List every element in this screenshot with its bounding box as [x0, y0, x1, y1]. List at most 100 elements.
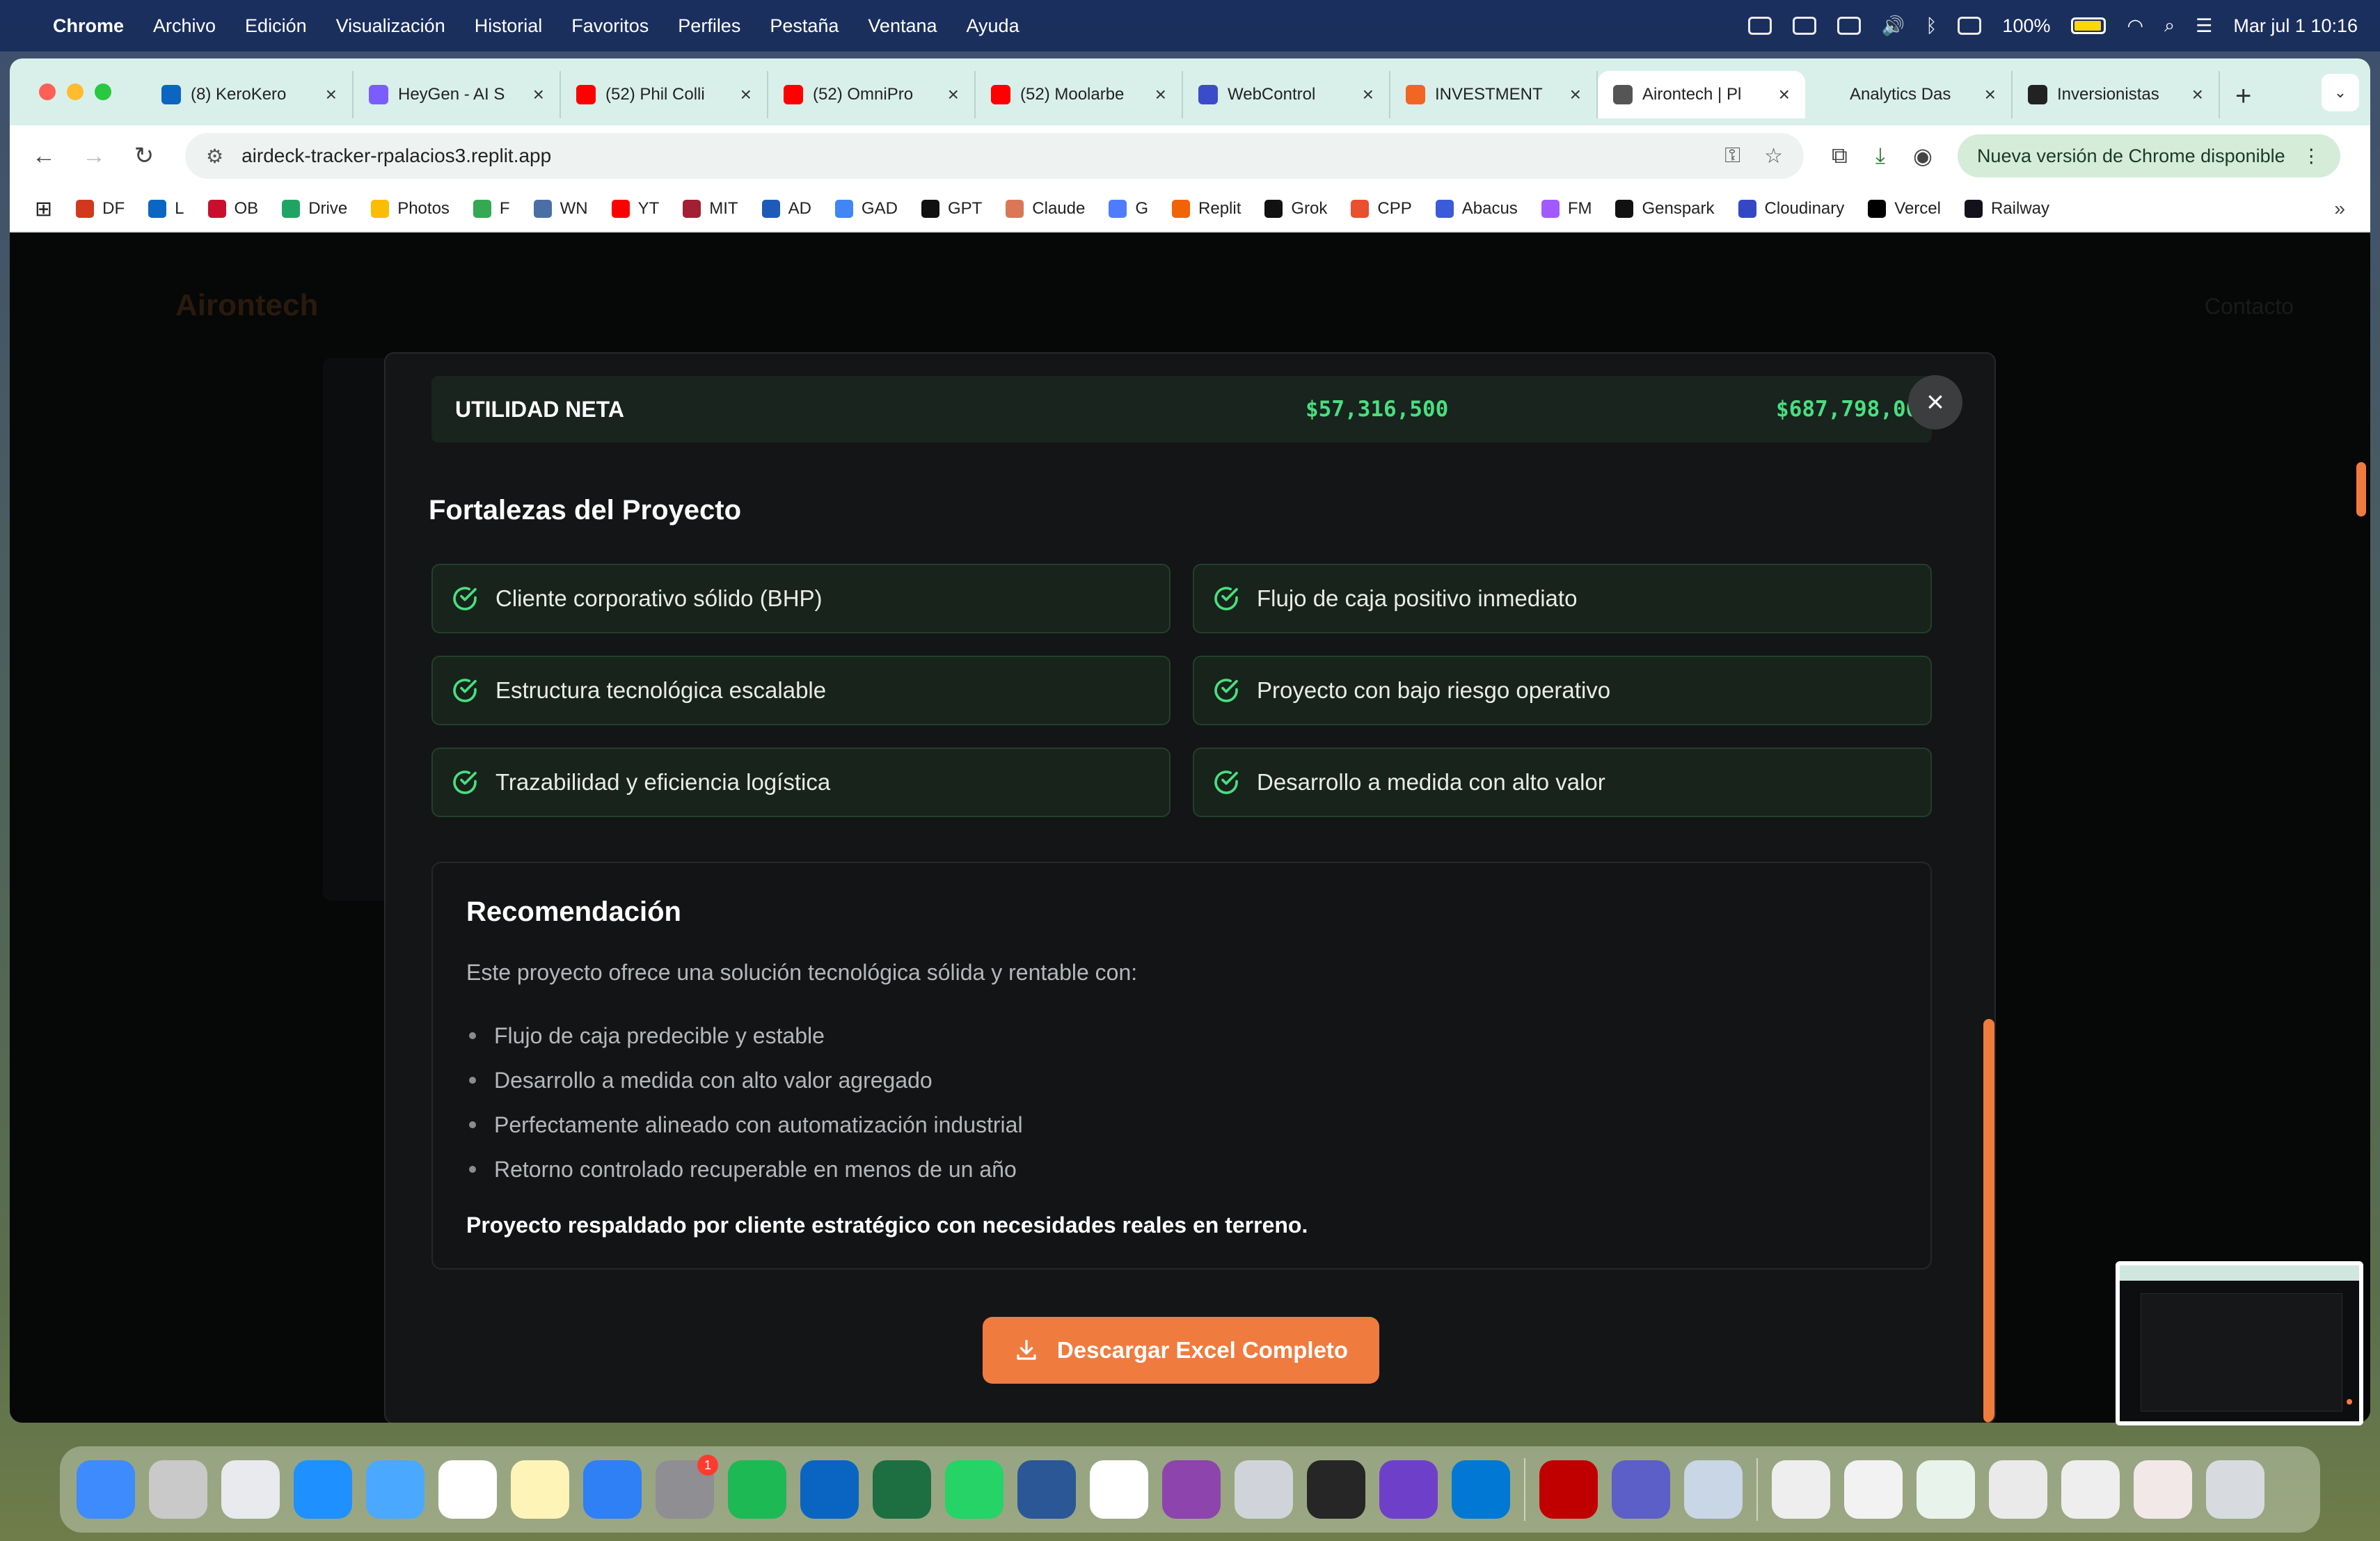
spotlight-search-icon[interactable]: ⌕	[2164, 15, 2175, 37]
dock-word-icon[interactable]	[1017, 1460, 1076, 1519]
page-scrollbar[interactable]	[2356, 462, 2366, 516]
bookmarks-overflow-icon[interactable]: »	[2334, 198, 2345, 220]
apps-grid-icon[interactable]: ⊞	[35, 197, 52, 221]
minimize-window-button[interactable]	[67, 84, 84, 100]
display-icon[interactable]	[1792, 17, 1816, 35]
dock-doc-3-icon[interactable]	[1917, 1460, 1975, 1519]
dock-iphone-mirroring-icon[interactable]	[1235, 1460, 1293, 1519]
dock-vscode-icon[interactable]	[1452, 1460, 1510, 1519]
browser-tab[interactable]: (8) KeroKero ×	[146, 71, 354, 118]
dock-keynote-icon[interactable]	[583, 1460, 642, 1519]
bookmark-star-icon[interactable]: ☆	[1764, 144, 1783, 168]
bookmark-item[interactable]: L	[148, 199, 184, 219]
bookmark-item[interactable]: Abacus	[1435, 199, 1518, 219]
menu-edicion[interactable]: Edición	[245, 15, 307, 37]
volume-icon[interactable]: 🔊	[1882, 15, 1905, 37]
dock-doc-4-icon[interactable]	[1989, 1460, 2047, 1519]
menu-app-name[interactable]: Chrome	[53, 15, 124, 37]
app-status-icon[interactable]	[1836, 17, 1861, 35]
download-excel-button[interactable]: Descargar Excel Completo	[983, 1317, 1379, 1384]
menu-perfiles[interactable]: Perfiles	[678, 15, 740, 37]
tab-close-icon[interactable]: ×	[1570, 84, 1581, 106]
bookmark-item[interactable]: CPP	[1351, 199, 1412, 219]
address-bar[interactable]: ⚙ airdeck-tracker-rpalacios3.replit.app …	[185, 133, 1804, 179]
dock-whatsapp-icon[interactable]	[945, 1460, 1003, 1519]
bookmark-item[interactable]: Claude	[1006, 199, 1085, 219]
bookmark-item[interactable]: DF	[76, 199, 125, 219]
dock-trash-icon[interactable]	[2206, 1460, 2264, 1519]
downloads-icon[interactable]: ⤓	[1875, 143, 1885, 169]
menu-historial[interactable]: Historial	[475, 15, 543, 37]
browser-tab[interactable]: HeyGen - AI S ×	[354, 71, 561, 118]
tab-close-icon[interactable]: ×	[740, 84, 752, 106]
tab-close-icon[interactable]: ×	[533, 84, 544, 106]
dock-launchpad-icon[interactable]	[149, 1460, 207, 1519]
menu-archivo[interactable]: Archivo	[153, 15, 216, 37]
site-settings-icon[interactable]: ⚙	[206, 145, 223, 168]
dock-chrome-icon[interactable]	[221, 1460, 280, 1519]
dock-replit-icon[interactable]	[1307, 1460, 1365, 1519]
back-arrow-icon[interactable]: ←	[28, 143, 60, 170]
bookmark-item[interactable]: FM	[1541, 199, 1592, 219]
new-tab-plus-icon[interactable]: +	[2220, 81, 2267, 112]
dock-doc-5-icon[interactable]	[2061, 1460, 2120, 1519]
screenshot-preview-thumbnail[interactable]	[2116, 1261, 2363, 1425]
dock-fantastical-icon[interactable]	[1090, 1460, 1148, 1519]
dock-doc-2-icon[interactable]	[1844, 1460, 1903, 1519]
dock-notes-icon[interactable]	[511, 1460, 569, 1519]
tab-search-chevron-icon[interactable]: ⌄	[2322, 74, 2359, 111]
dock-excel-icon[interactable]	[873, 1460, 931, 1519]
tab-close-icon[interactable]: ×	[1363, 84, 1374, 106]
address-url[interactable]: airdeck-tracker-rpalacios3.replit.app	[241, 145, 1701, 167]
dock-doc-6-icon[interactable]	[2134, 1460, 2192, 1519]
bookmark-item[interactable]: Photos	[371, 199, 450, 219]
bookmark-item[interactable]: Railway	[1964, 199, 2049, 219]
dock-safari-icon[interactable]	[294, 1460, 352, 1519]
menu-ayuda[interactable]: Ayuda	[967, 15, 1020, 37]
dock-acrobat-icon[interactable]	[1539, 1460, 1598, 1519]
bookmark-item[interactable]: Grok	[1264, 199, 1327, 219]
dock-screen-recorder-icon[interactable]	[1162, 1460, 1221, 1519]
dock-outlook-icon[interactable]	[800, 1460, 859, 1519]
more-menu-icon[interactable]: ⋮	[2302, 145, 2321, 167]
tab-close-icon[interactable]: ×	[1155, 84, 1166, 106]
bookmark-item[interactable]: AD	[761, 199, 811, 219]
tab-close-icon[interactable]: ×	[326, 84, 337, 106]
browser-tab[interactable]: Analytics Das ×	[1805, 71, 2013, 118]
bluetooth-icon[interactable]: ᛒ	[1926, 15, 1937, 37]
dock-teams-icon[interactable]	[1612, 1460, 1670, 1519]
extensions-icon[interactable]: ⧉	[1832, 143, 1848, 169]
control-center-icon[interactable]: ☰	[2196, 15, 2212, 37]
browser-tab[interactable]: WebControl ×	[1183, 71, 1390, 118]
browser-tab[interactable]: (52) OmniPro ×	[768, 71, 976, 118]
bookmark-item[interactable]: WN	[533, 199, 588, 219]
bookmark-item[interactable]: Cloudinary	[1738, 199, 1844, 219]
dock-finder-icon[interactable]	[77, 1460, 135, 1519]
chrome-update-button[interactable]: Nueva versión de Chrome disponible ⋮	[1957, 134, 2340, 177]
dock-mail-icon[interactable]	[366, 1460, 425, 1519]
close-window-button[interactable]	[39, 84, 56, 100]
bookmark-item[interactable]: Genspark	[1615, 199, 1715, 219]
bookmark-item[interactable]: F	[473, 199, 510, 219]
menu-clock[interactable]: Mar jul 1 10:16	[2233, 15, 2358, 37]
bookmark-item[interactable]: Drive	[282, 199, 347, 219]
bookmark-item[interactable]: GAD	[834, 199, 898, 219]
browser-tab[interactable]: INVESTMENT ×	[1390, 71, 1598, 118]
menu-pestana[interactable]: Pestaña	[770, 15, 839, 37]
tab-close-icon[interactable]: ×	[1779, 84, 1790, 106]
bookmark-item[interactable]: MIT	[683, 199, 738, 219]
profile-avatar[interactable]: ◉	[1913, 143, 1933, 169]
zoom-window-button[interactable]	[95, 84, 111, 100]
bookmark-item[interactable]: G	[1109, 199, 1148, 219]
keyboard-icon[interactable]	[1958, 17, 1982, 35]
tab-close-icon[interactable]: ×	[2192, 84, 2203, 106]
password-key-icon[interactable]: ⚿	[1724, 144, 1740, 168]
browser-tab[interactable]: (52) Phil Colli ×	[561, 71, 768, 118]
dock-system-settings-icon[interactable]	[656, 1455, 718, 1519]
battery-icon[interactable]	[2071, 17, 2107, 34]
forward-arrow-icon[interactable]: →	[78, 143, 110, 170]
bookmark-item[interactable]: OB	[207, 199, 258, 219]
browser-tab[interactable]: Airontech | Pl ×	[1598, 71, 1805, 118]
bookmark-item[interactable]: YT	[611, 199, 659, 219]
bookmark-item[interactable]: Vercel	[1868, 199, 1941, 219]
